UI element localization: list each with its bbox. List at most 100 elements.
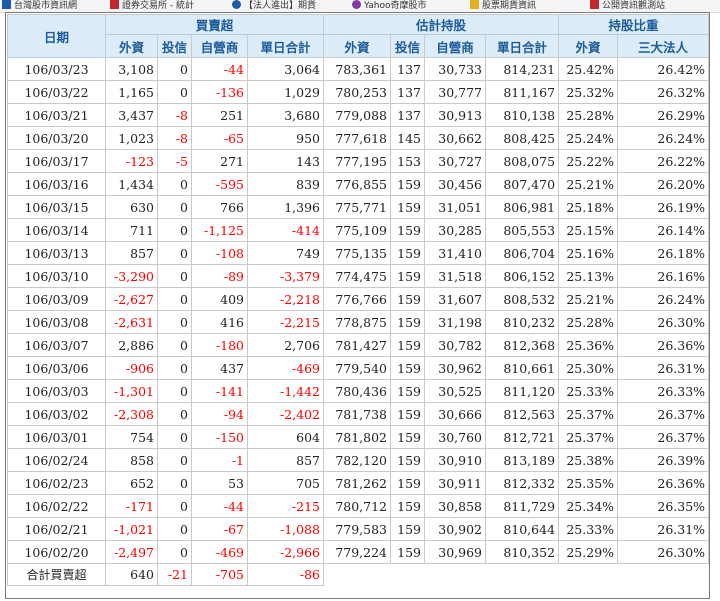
cell-date: 106/03/14 [7,218,106,242]
cell-ratio-three: 26.32% [617,80,710,104]
bookmark-item[interactable]: 【法人進出】期貨 [232,0,316,11]
total-buysell-dealer: -705 [191,563,248,586]
cell-buysell-dealer: 53 [191,471,248,495]
cell-buysell-sum: -215 [246,494,325,518]
cell-buysell-dealer: -1,125 [191,218,248,242]
cell-ratio-foreign: 25.34% [558,494,619,518]
cell-ratio-three: 26.20% [617,172,710,196]
cell-holding-foreign: 775,771 [323,195,392,219]
cell-holding-trust: 159 [390,448,426,472]
total-row: 合計買賣超 640 -21 -705 -86 [7,563,709,586]
cell-holding-trust: 159 [390,333,426,357]
cell-date: 106/03/23 [7,57,106,81]
cell-ratio-three: 26.37% [617,402,710,426]
table-row: 106/03/09 -2,627 0 409 -2,218 776,766 159 31,60… [7,287,710,311]
cell-ratio-three: 26.42% [617,57,710,81]
cell-date: 106/03/16 [7,172,106,196]
cell-ratio-foreign: 25.21% [558,287,619,311]
cell-date: 106/03/08 [7,310,106,334]
cell-buysell-foreign: -1,021 [105,517,158,541]
table-row: 106/03/14 711 0 -1,125 -414 775,109 159 30,285 8… [7,218,710,242]
cell-holding-trust: 159 [390,264,426,288]
total-empty-cell [324,564,709,586]
cell-holding-dealer: 31,518 [424,264,487,288]
cell-buysell-trust: 0 [157,172,192,196]
cell-holding-sum: 814,231 [485,57,560,81]
cell-ratio-foreign: 25.28% [558,310,619,334]
header-holding-trust: 投信 [390,34,426,58]
cell-buysell-dealer: -1 [191,448,248,472]
cell-holding-sum: 810,661 [485,356,560,380]
total-buysell-trust: -21 [157,563,192,586]
cell-holding-dealer: 30,666 [424,402,487,426]
bookmark-item[interactable]: 證券交易所 - 統計 [110,0,194,11]
cell-buysell-trust: 0 [157,310,192,334]
cell-buysell-trust: 0 [157,287,192,311]
cell-holding-trust: 159 [390,402,426,426]
table-row: 106/02/24 858 0 -1 857 782,120 159 30,910 813,18… [7,448,710,472]
cell-buysell-dealer: -67 [191,517,248,541]
cell-ratio-three: 26.35% [617,494,710,518]
cell-buysell-sum: -2,402 [246,402,325,426]
table-row: 106/02/20 -2,497 0 -469 -2,966 779,224 159 30,9… [7,540,710,564]
header-buysell-sum: 單日合計 [246,34,325,58]
cell-holding-sum: 805,553 [485,218,560,242]
cell-holding-dealer: 30,525 [424,379,487,403]
cell-buysell-foreign: -2,308 [105,402,158,426]
cell-buysell-dealer: -44 [191,494,248,518]
cell-buysell-sum: 3,064 [246,57,325,81]
cell-date: 106/03/10 [7,264,106,288]
cell-holding-trust: 159 [390,356,426,380]
cell-buysell-trust: 0 [157,264,192,288]
cell-holding-dealer: 30,285 [424,218,487,242]
cell-buysell-foreign: 2,886 [105,333,158,357]
cell-buysell-trust: -8 [157,103,192,127]
bookmark-item[interactable]: 公開資訊觀測站 [590,0,665,11]
bookmark-item[interactable]: 台灣股市資訊網 [2,0,77,11]
cell-buysell-sum: 857 [246,448,325,472]
cell-buysell-sum: 749 [246,241,325,265]
bookmark-item[interactable]: Yahoo奇摩股市 [352,0,427,11]
cell-buysell-foreign: -2,631 [105,310,158,334]
cell-holding-foreign: 775,135 [323,241,392,265]
cell-buysell-foreign: 857 [105,241,158,265]
header-holding-dealer: 自營商 [424,34,487,58]
cell-buysell-sum: -2,966 [246,540,325,564]
cell-buysell-dealer: 271 [191,149,248,173]
cell-holding-foreign: 782,120 [323,448,392,472]
cell-buysell-foreign: 3,108 [105,57,158,81]
table-row: 106/02/22 -171 0 -44 -215 780,712 159 30,858 811… [7,494,710,518]
cell-holding-sum: 810,232 [485,310,560,334]
cell-buysell-trust: 0 [157,356,192,380]
cell-holding-sum: 811,167 [485,80,560,104]
cell-holding-trust: 159 [390,379,426,403]
cell-holding-trust: 159 [390,540,426,564]
table-row: 106/03/20 1,023 -8 -65 950 777,618 145 30,662 80… [7,126,710,150]
cell-holding-dealer: 31,607 [424,287,487,311]
header-ratio-three: 三大法人 [617,34,710,58]
cell-buysell-foreign: 652 [105,471,158,495]
cell-holding-sum: 812,368 [485,333,560,357]
cell-holding-trust: 159 [390,218,426,242]
cell-holding-dealer: 30,727 [424,149,487,173]
cell-buysell-trust: 0 [157,80,192,104]
cell-holding-foreign: 779,088 [323,103,392,127]
cell-holding-trust: 145 [390,126,426,150]
cell-buysell-trust: 0 [157,402,192,426]
cell-buysell-trust: 0 [157,448,192,472]
cell-holding-dealer: 30,760 [424,425,487,449]
cell-buysell-sum: 705 [246,471,325,495]
cell-ratio-foreign: 25.32% [558,80,619,104]
cell-holding-sum: 807,470 [485,172,560,196]
header-ratio-foreign: 外資 [558,34,619,58]
cell-ratio-three: 26.24% [617,287,710,311]
cell-ratio-three: 26.30% [617,540,710,564]
cell-holding-trust: 159 [390,310,426,334]
cell-date: 106/03/06 [7,356,106,380]
bookmark-item[interactable]: 股票期貨資訊 [470,0,536,11]
cell-ratio-foreign: 25.35% [558,471,619,495]
cell-buysell-dealer: -44 [191,57,248,81]
cell-buysell-foreign: 754 [105,425,158,449]
header-ratio: 持股比重 [558,14,710,35]
cell-ratio-three: 26.24% [617,126,710,150]
